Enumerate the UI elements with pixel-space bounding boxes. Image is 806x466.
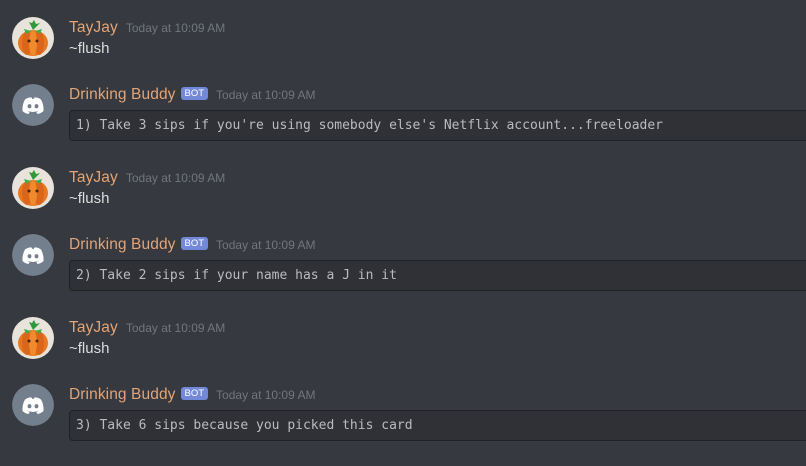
timestamp: Today at 10:09 AM: [216, 238, 316, 252]
message-text: ~flush: [69, 340, 110, 357]
discord-logo-icon: [12, 84, 54, 126]
timestamp: Today at 10:09 AM: [125, 321, 226, 335]
user-avatar[interactable]: [12, 167, 54, 209]
user-avatar[interactable]: [12, 17, 54, 59]
username[interactable]: TayJay: [69, 319, 118, 337]
username[interactable]: TayJay: [69, 169, 118, 187]
user-avatar[interactable]: [12, 317, 54, 359]
message-header: Drinking Buddy BOT Today at 10:09 AM: [69, 234, 315, 256]
bot-avatar[interactable]: [12, 384, 54, 426]
bot-username[interactable]: Drinking Buddy: [69, 386, 176, 404]
message-header: TayJay Today at 10:09 AM: [69, 17, 225, 39]
timestamp: Today at 10:09 AM: [125, 21, 226, 35]
timestamp: Today at 10:09 AM: [216, 88, 316, 102]
bot-username[interactable]: Drinking Buddy: [69, 236, 176, 254]
code-block: 1) Take 3 sips if you're using somebody …: [69, 110, 806, 141]
message-header: TayJay Today at 10:09 AM: [69, 167, 225, 189]
pumpkin-avatar-icon: [12, 17, 54, 59]
message-header: Drinking Buddy BOT Today at 10:09 AM: [69, 84, 315, 106]
pumpkin-avatar-icon: [12, 167, 54, 209]
discord-logo-icon: [12, 384, 54, 426]
bot-tag: BOT: [180, 86, 209, 100]
code-block: 2) Take 2 sips if your name has a J in i…: [69, 260, 806, 291]
bot-tag: BOT: [180, 236, 209, 250]
message-text: ~flush: [69, 190, 110, 207]
timestamp: Today at 10:09 AM: [216, 388, 316, 402]
pumpkin-avatar-icon: [12, 317, 54, 359]
bot-tag: BOT: [180, 386, 209, 400]
message-text: ~flush: [69, 40, 110, 57]
bot-avatar[interactable]: [12, 84, 54, 126]
bot-avatar[interactable]: [12, 234, 54, 276]
timestamp: Today at 10:09 AM: [125, 171, 226, 185]
code-block: 3) Take 6 sips because you picked this c…: [69, 410, 806, 441]
message-header: TayJay Today at 10:09 AM: [69, 317, 225, 339]
discord-logo-icon: [12, 234, 54, 276]
username[interactable]: TayJay: [69, 19, 118, 37]
message-header: Drinking Buddy BOT Today at 10:09 AM: [69, 384, 315, 406]
bot-username[interactable]: Drinking Buddy: [69, 86, 176, 104]
